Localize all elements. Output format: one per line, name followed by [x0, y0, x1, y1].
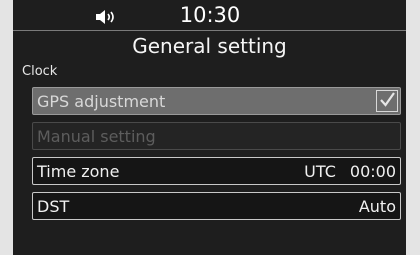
- status-bar: 10:30: [13, 0, 406, 30]
- gps-adjustment-checkbox[interactable]: [376, 90, 398, 112]
- status-divider: [13, 30, 406, 31]
- time-zone-label: Time zone: [37, 162, 120, 181]
- checkmark-icon: [380, 92, 395, 107]
- dst-label: DST: [37, 197, 70, 216]
- time-zone-offset: 00:00: [349, 162, 396, 181]
- device-screen: 10:30 General setting Clock GPS adjustme…: [13, 0, 406, 255]
- manual-setting-label: Manual setting: [37, 127, 156, 146]
- dst-value: Auto: [358, 197, 396, 216]
- time-zone-prefix: UTC: [304, 162, 336, 181]
- section-label-clock: Clock: [22, 64, 58, 79]
- gps-adjustment-row[interactable]: GPS adjustment: [32, 87, 401, 115]
- page-title: General setting: [132, 34, 287, 58]
- dst-row[interactable]: DST Auto: [32, 192, 401, 220]
- time-zone-row[interactable]: Time zone UTC 00:00: [32, 157, 401, 185]
- gps-adjustment-label: GPS adjustment: [37, 92, 166, 111]
- manual-setting-row[interactable]: Manual setting: [32, 122, 401, 150]
- speaker-icon: [94, 8, 118, 26]
- status-clock: 10:30: [179, 3, 241, 27]
- time-zone-value: UTC 00:00: [304, 162, 396, 181]
